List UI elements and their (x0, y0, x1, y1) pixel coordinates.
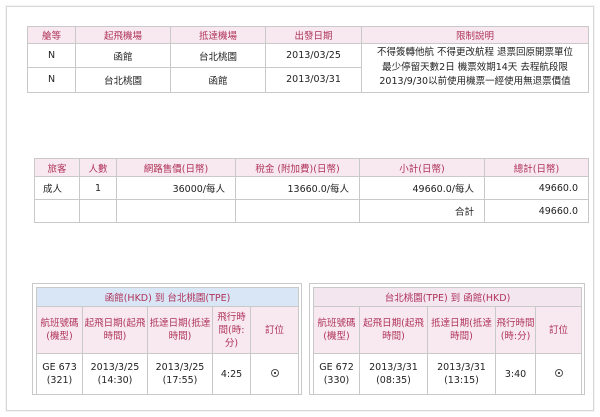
inbound-flight-group: 台北桃園(TPE) 到 函館(HKD) 航班號碼(機型) 起飛日期(起飛時間) … (309, 283, 585, 395)
cell-date: 2013/03/31 (265, 67, 362, 93)
fare-rules-table: 艙等 起飛機場 抵達機場 出發日期 限制說明 N 函館 台北桃園 2013/03… (27, 26, 589, 93)
departure-time: (08:35) (376, 375, 411, 386)
cell-subtotal: 49660.0/每人 (359, 176, 485, 200)
arrival-time: (17:55) (162, 375, 198, 386)
outbound-header-row: 航班號碼(機型) 起飛日期(起飛時間) 抵達日期(抵達時間) 飛行時間(時:分)… (36, 306, 300, 354)
table-row: 成人 1 36000/每人 13660.0/每人 49660.0/每人 4966… (34, 176, 589, 200)
header-flight-number: 航班號碼(機型) (36, 306, 83, 354)
aircraft-type: (330) (323, 375, 350, 386)
sum-label: 合計 (359, 199, 485, 223)
outbound-title: 函館(HKD) 到 台北桃園(TPE) (35, 287, 300, 307)
note-line: 最少停留天數2日 機票效期14天 去程航段限 (382, 61, 568, 73)
header-passenger: 旅客 (34, 158, 80, 177)
cell-tax: 13660.0/每人 (235, 176, 360, 200)
table-row: GE 672 (330) 2013/3/31 (08:35) 2013/3/31… (313, 353, 583, 395)
header-book: 訂位 (534, 306, 583, 354)
price-header-row: 旅客 人數 網路售價(日幣) 稅金 (附加費)(日幣) 小計(日幣) 總計(日幣… (34, 158, 589, 177)
header-total: 總計(日幣) (484, 158, 589, 177)
cell-to: 台北桃園 (170, 42, 266, 69)
booking-panel: 艙等 起飛機場 抵達機場 出發日期 限制說明 N 函館 台北桃園 2013/03… (6, 6, 594, 411)
inbound-flight-table: 台北桃園(TPE) 到 函館(HKD) 航班號碼(機型) 起飛日期(起飛時間) … (312, 287, 583, 395)
outbound-select-radio[interactable] (270, 368, 279, 377)
flight-number-cell: GE 672 (330) (313, 353, 360, 395)
cell-from: 函館 (75, 42, 171, 69)
outbound-flight-group: 函館(HKD) 到 台北桃園(TPE) 航班號碼(機型) 起飛日期(起飛時間) … (32, 283, 302, 395)
cell-passenger: 成人 (34, 176, 80, 200)
header-class: 艙等 (27, 26, 76, 44)
departure-cell: 2013/3/25 (14:30) (82, 353, 148, 395)
header-departure: 起飛日期(起飛時間) (359, 306, 428, 354)
flight-number: GE 672 (319, 362, 354, 373)
table-row: N 函館 台北桃園 2013/03/25 不得簽轉他航 不得更改航程 退票回原開… (27, 42, 589, 93)
cell-class: N (27, 67, 76, 93)
cell-total: 49660.0 (484, 176, 589, 200)
header-to: 抵達機場 (170, 26, 266, 44)
header-duration: 飛行時間(時:分) (212, 306, 251, 354)
empty-cell (34, 199, 80, 223)
header-count: 人數 (79, 158, 117, 177)
flight-number: GE 673 (42, 362, 77, 373)
departure-cell: 2013/3/31 (08:35) (359, 353, 428, 395)
arrival-date: 2013/3/25 (155, 362, 205, 373)
departure-time: (14:30) (97, 375, 133, 386)
flight-number-cell: GE 673 (321) (36, 353, 83, 395)
header-flight-number: 航班號碼(機型) (313, 306, 360, 354)
departure-date: 2013/3/25 (90, 362, 140, 373)
cell-date: 2013/03/25 (265, 42, 362, 69)
departure-date: 2013/3/31 (369, 362, 418, 373)
duration-cell: 3:40 (495, 353, 536, 395)
header-duration: 飛行時間(時:分) (495, 306, 536, 354)
empty-cell (116, 199, 236, 223)
cell-class: N (27, 42, 76, 69)
cell-to: 函館 (170, 67, 266, 93)
cell-count: 1 (79, 176, 117, 200)
arrival-cell: 2013/3/31 (13:15) (427, 353, 496, 395)
header-departure: 起飛日期(起飛時間) (82, 306, 148, 354)
inbound-title: 台北桃園(TPE) 到 函館(HKD) (312, 287, 583, 307)
inbound-select-radio[interactable] (554, 368, 563, 377)
header-tax: 稅金 (附加費)(日幣) (235, 158, 360, 177)
header-subtotal: 小計(日幣) (359, 158, 485, 177)
header-restrictions: 限制說明 (361, 26, 589, 44)
header-date: 出發日期 (265, 26, 362, 44)
header-arrival: 抵達日期(抵達時間) (427, 306, 496, 354)
note-line: 不得簽轉他航 不得更改航程 退票回原開票單位 (376, 47, 574, 58)
outbound-flight-table: 函館(HKD) 到 台北桃園(TPE) 航班號碼(機型) 起飛日期(起飛時間) … (35, 287, 300, 395)
inbound-header-row: 航班號碼(機型) 起飛日期(起飛時間) 抵達日期(抵達時間) 飛行時間(時:分)… (313, 306, 583, 354)
header-arrival: 抵達日期(抵達時間) (147, 306, 213, 354)
book-cell (249, 353, 300, 395)
book-cell (534, 353, 583, 395)
restrictions-note: 不得簽轉他航 不得更改航程 退票回原開票單位 最少停留天數2日 機票效期14天 … (361, 43, 589, 93)
cell-price: 36000/每人 (116, 176, 236, 200)
aircraft-type: (321) (46, 375, 73, 386)
header-from: 起飛機場 (75, 26, 171, 44)
empty-cell (79, 199, 117, 223)
duration-cell: 4:25 (212, 353, 251, 395)
note-line: 2013/9/30以前使用機票一經使用無退票價值 (379, 76, 571, 87)
arrival-date: 2013/3/31 (437, 362, 486, 373)
arrival-cell: 2013/3/25 (17:55) (147, 353, 213, 395)
cell-from: 台北桃園 (75, 67, 171, 93)
header-online-price: 網路售價(日幣) (116, 158, 236, 177)
arrival-time: (13:15) (444, 375, 479, 386)
sum-value: 49660.0 (484, 199, 589, 223)
sum-row: 合計 49660.0 (34, 199, 589, 223)
table-row: GE 673 (321) 2013/3/25 (14:30) 2013/3/25… (36, 353, 300, 395)
header-book: 訂位 (249, 306, 300, 354)
price-table: 旅客 人數 網路售價(日幣) 稅金 (附加費)(日幣) 小計(日幣) 總計(日幣… (34, 158, 589, 223)
empty-cell (235, 199, 360, 223)
fare-rules-header-row: 艙等 起飛機場 抵達機場 出發日期 限制說明 (27, 26, 589, 44)
